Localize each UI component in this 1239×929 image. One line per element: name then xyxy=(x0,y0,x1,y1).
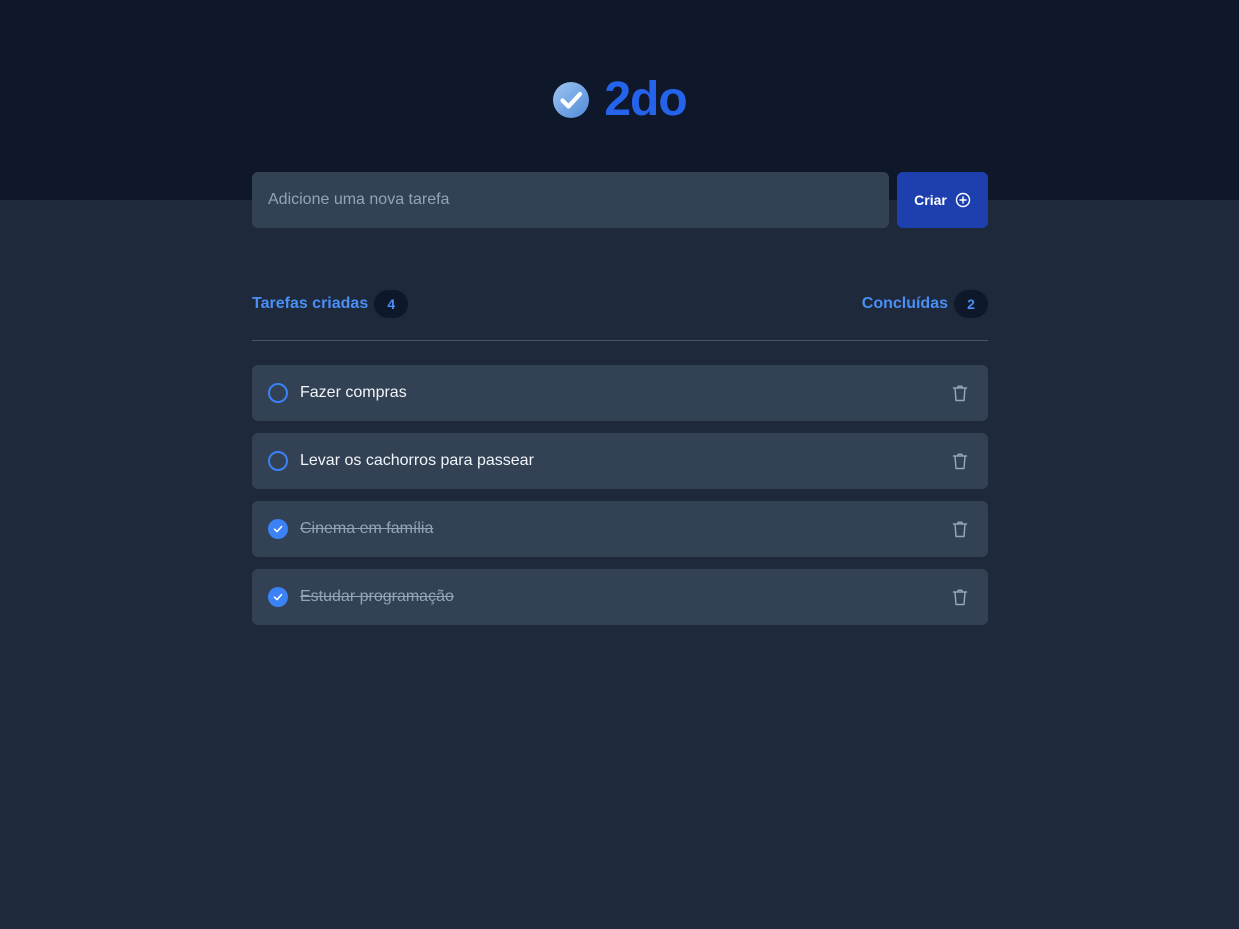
created-counter: Tarefas criadas 4 xyxy=(252,290,409,318)
task-list: Fazer compras Levar os cachorros para pa… xyxy=(252,365,988,625)
done-counter: Concluídas 2 xyxy=(862,290,988,318)
created-count-badge: 4 xyxy=(374,290,409,318)
task-counters: Tarefas criadas 4 Concluídas 2 xyxy=(252,290,988,318)
done-count-badge: 2 xyxy=(954,290,988,318)
check-circle-icon[interactable] xyxy=(268,519,288,539)
trash-icon[interactable] xyxy=(948,381,972,405)
plus-circle-icon xyxy=(955,192,971,208)
divider xyxy=(252,340,988,341)
task-title: Fazer compras xyxy=(300,384,407,401)
task-title: Estudar programação xyxy=(300,588,454,605)
created-counter-label: Tarefas criadas xyxy=(252,295,369,312)
new-task-form: Criar xyxy=(252,172,988,228)
task-item: Estudar programação xyxy=(252,569,988,625)
task-item: Levar os cachorros para passear xyxy=(252,433,988,489)
task-title: Levar os cachorros para passear xyxy=(300,452,534,469)
task-item: Cinema em família xyxy=(252,501,988,557)
new-task-input[interactable] xyxy=(252,172,889,228)
app-logo: 2do xyxy=(0,72,1239,128)
task-title: Cinema em família xyxy=(300,520,434,537)
trash-icon[interactable] xyxy=(948,517,972,541)
circle-icon[interactable] xyxy=(268,383,288,403)
circle-icon[interactable] xyxy=(268,451,288,471)
create-button[interactable]: Criar xyxy=(897,172,988,228)
trash-icon[interactable] xyxy=(948,585,972,609)
done-counter-label: Concluídas xyxy=(861,295,948,312)
create-button-label: Criar xyxy=(914,192,947,208)
trash-icon[interactable] xyxy=(948,449,972,473)
check-circle-icon[interactable] xyxy=(268,587,288,607)
check-badge-icon xyxy=(553,82,590,118)
app-name: 2do xyxy=(604,73,687,126)
task-item: Fazer compras xyxy=(252,365,988,421)
